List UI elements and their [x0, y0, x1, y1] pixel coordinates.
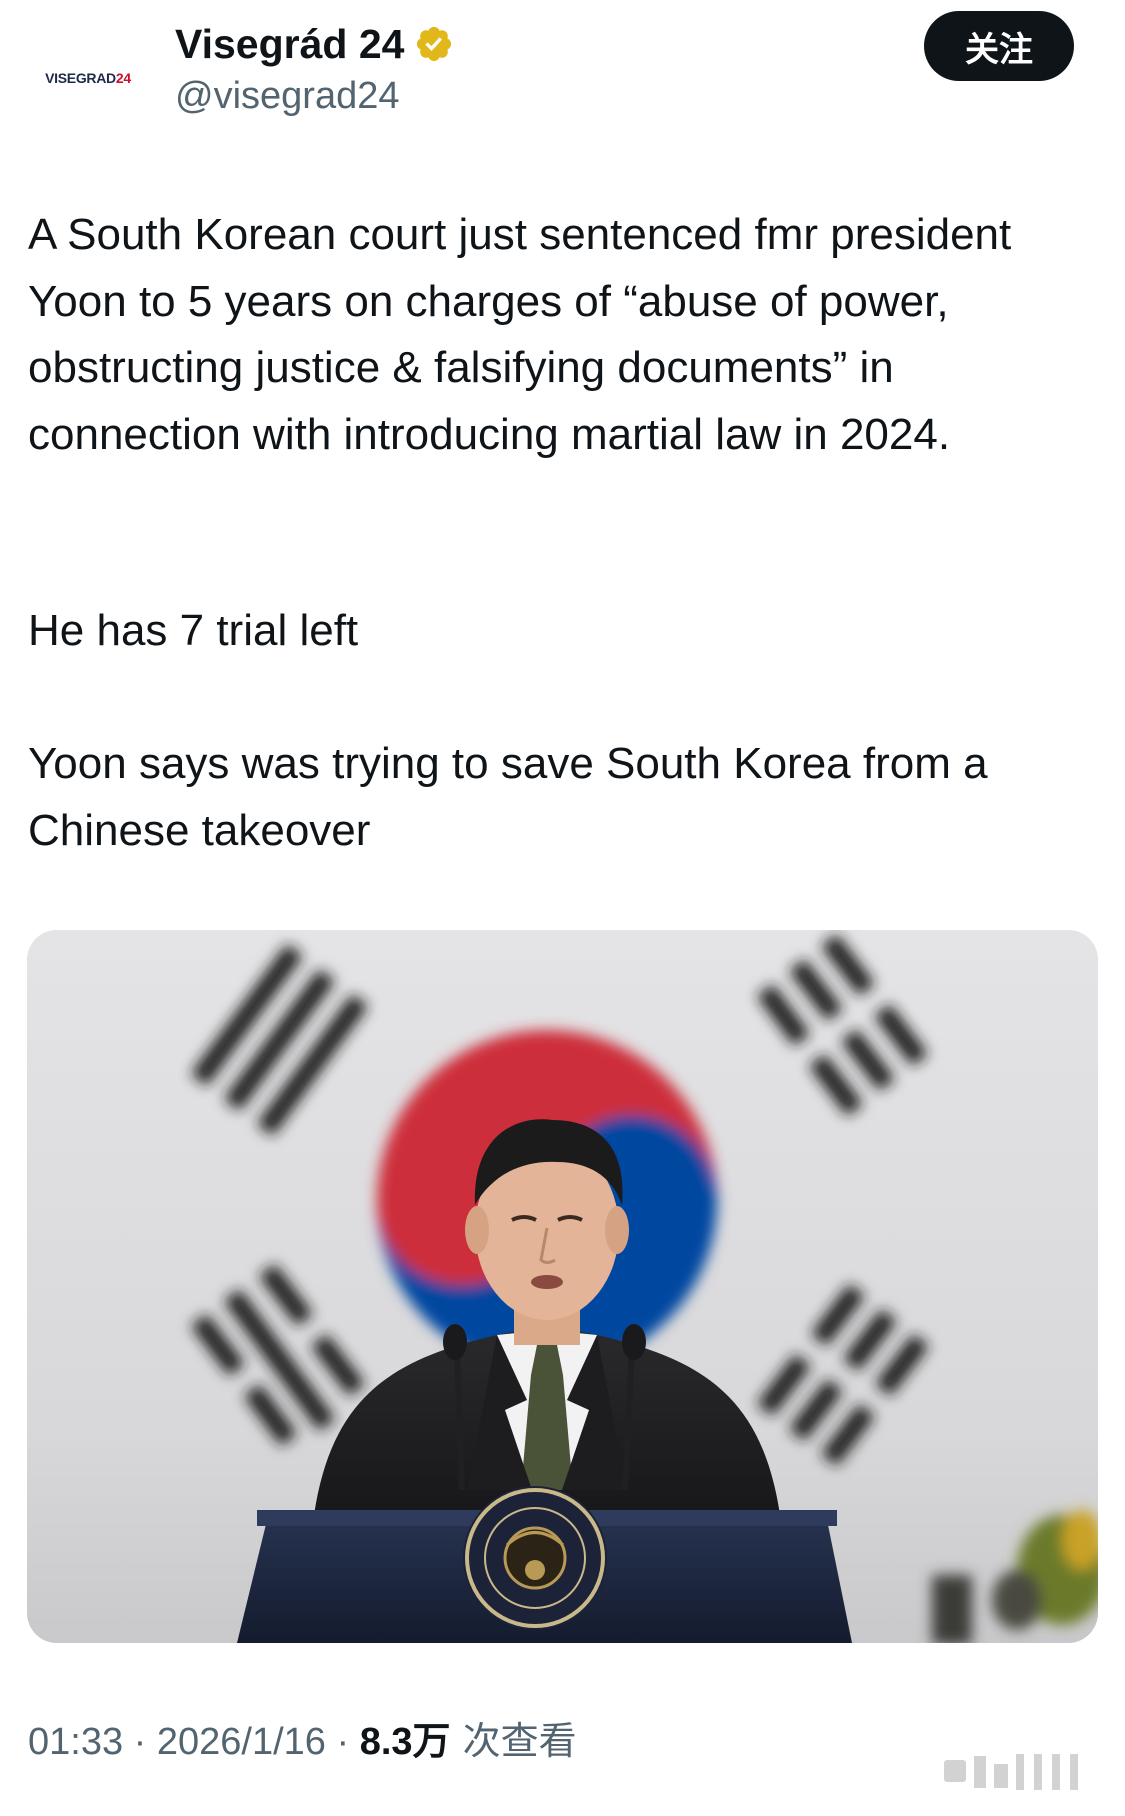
name-row: Visegrád 24 [175, 18, 454, 70]
tweet-date[interactable]: 2026/1/16 [157, 1721, 326, 1763]
avatar-logo-number: 24 [115, 70, 131, 86]
tweet-paragraph: Yoon says was trying to save South Korea… [28, 739, 988, 855]
tweet-paragraph: He has 7 trial left [28, 606, 359, 655]
meta-separator: · [123, 1721, 157, 1763]
meta-separator: · [325, 1721, 360, 1763]
verified-badge-icon [414, 24, 454, 64]
handle[interactable]: @visegrad24 [175, 72, 399, 120]
avatar[interactable]: VISEGRAD24 [28, 18, 148, 138]
avatar-logo: VISEGRAD24 [45, 70, 131, 86]
views-label: 次查看 [450, 1719, 577, 1763]
display-name[interactable]: Visegrád 24 [175, 18, 404, 70]
follow-button[interactable]: 关注 [924, 11, 1074, 81]
tweet-paragraph: A South Korean court just sentenced fmr … [28, 210, 1012, 459]
watermark-mark [940, 1746, 1105, 1796]
tweet-time[interactable]: 01:33 [28, 1721, 123, 1763]
views-count: 8.3万 [359, 1721, 451, 1763]
tweet-meta: 01:33 · 2026/1/16 · 8.3万 次查看 [28, 1716, 577, 1767]
avatar-logo-text: VISEGRAD [45, 70, 116, 86]
tweet-header: VISEGRAD24 Visegrád 24 @visegrad24 关注 [0, 0, 1125, 150]
tweet-photo[interactable] [27, 930, 1098, 1643]
